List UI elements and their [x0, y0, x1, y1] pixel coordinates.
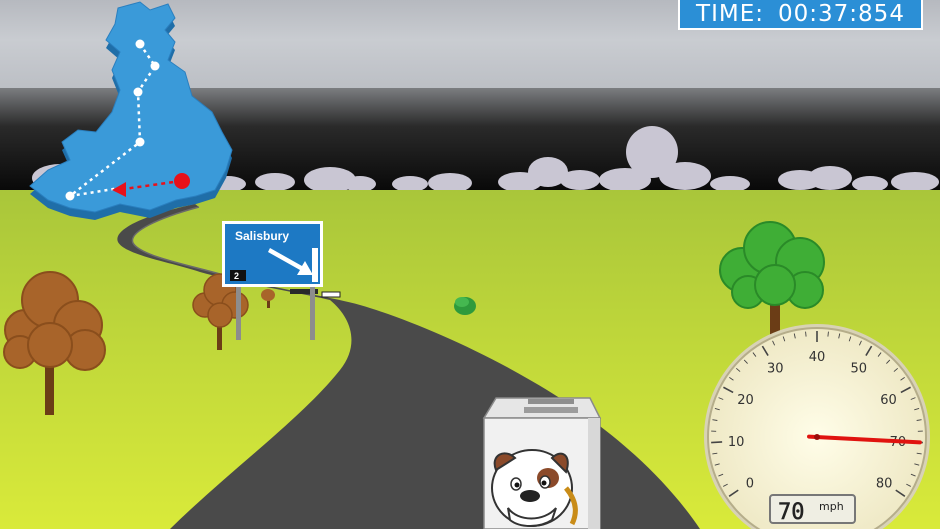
route-waypoint	[133, 87, 143, 97]
speed-readout-value: 70	[778, 500, 805, 525]
speedometer-scale-label: 80	[876, 476, 893, 491]
speedometer-scale-label: 50	[850, 362, 867, 377]
route-waypoint	[135, 39, 145, 49]
speedometer-minor-tick	[827, 331, 829, 337]
route-destination-marker	[174, 173, 190, 189]
route-waypoint	[135, 137, 145, 147]
sign-junction-number: 2	[234, 271, 239, 281]
route-waypoint	[65, 191, 75, 201]
route-waypoint	[150, 61, 160, 71]
game-scene: Salisbury 2 010203040506080 70 mph	[0, 0, 940, 529]
speedometer-minor-tick	[805, 331, 807, 337]
speedometer-major-tick	[711, 441, 723, 444]
timer-label: TIME:	[696, 1, 765, 27]
player-van	[482, 397, 602, 529]
speedometer-scale-label: 0	[746, 476, 754, 491]
timer-hud: TIME: 00:37:854	[678, 0, 923, 30]
speedometer-scale-label: 40	[809, 350, 826, 365]
sign-destination: Salisbury	[235, 229, 289, 243]
speed-readout-unit: mph	[819, 500, 844, 513]
speedometer-scale-label: 20	[737, 393, 754, 408]
speedometer-scale-label: 30	[767, 362, 784, 377]
speedometer-scale-label: 10	[728, 435, 745, 450]
speedometer-scale-label: 60	[880, 393, 897, 408]
speedometer-hub	[814, 434, 820, 440]
bush	[454, 297, 476, 315]
timer-value: 00:37:854	[778, 1, 905, 27]
